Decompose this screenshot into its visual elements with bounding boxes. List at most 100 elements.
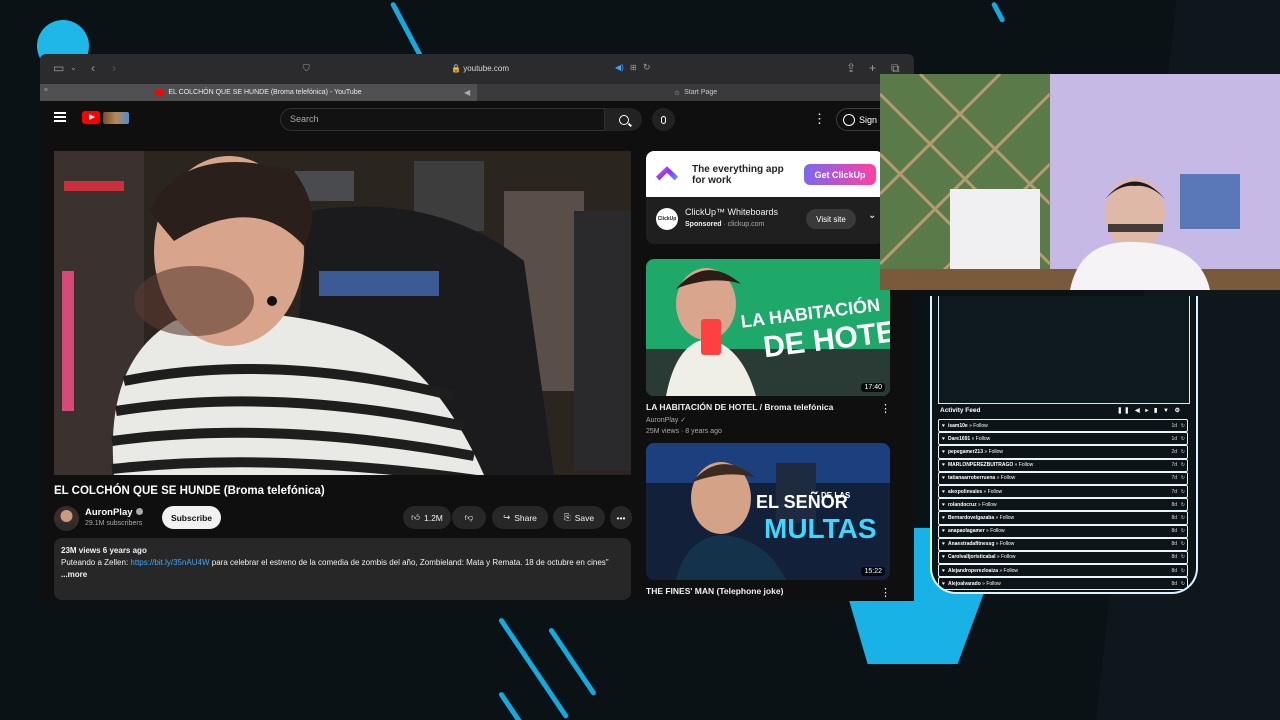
list-item[interactable]: ♥ Alejandroperezloaiza » Follow 8d ↻ <box>938 564 1188 578</box>
tab-bar: × EL COLCHÓN QUE SE HUNDE (Broma telefón… <box>40 84 914 101</box>
related-video-title[interactable]: LA HABITACIÓN DE HOTEL / Broma telefónic… <box>646 402 871 412</box>
replay-icon[interactable]: ↻ <box>1181 423 1185 429</box>
replay-icon[interactable]: ↻ <box>1181 502 1185 508</box>
replay-icon[interactable]: ↻ <box>1181 581 1185 587</box>
list-item[interactable]: ♥ MARLONPEREZBUITRAGO » Follow 7d ↻ <box>938 458 1188 472</box>
gear-icon[interactable]: ⚙ <box>1175 408 1182 414</box>
follower-name: MARLONPEREZBUITRAGO <box>947 462 1014 469</box>
list-item[interactable]: ♥ rolandocruz » Follow 8d ↻ <box>938 498 1188 512</box>
list-item[interactable]: ♥ Dare1691 » Follow 1d ↻ <box>938 432 1188 446</box>
replay-icon[interactable]: ↻ <box>1181 462 1185 468</box>
volume-icon[interactable]: ◀︎ <box>1135 408 1142 414</box>
sidebar-ad[interactable]: The everything app for work Get ClickUp … <box>646 151 884 244</box>
voice-search-button[interactable] <box>652 108 675 131</box>
trash-icon[interactable]: ▮ <box>1154 408 1159 414</box>
dislike-button[interactable]: 👎︎ <box>452 506 486 529</box>
feed-controls[interactable]: ❚❚ ◀︎ ▸ ▮ ▼ ⚙ <box>1117 407 1182 414</box>
forward-icon[interactable]: › <box>112 61 116 75</box>
description-link[interactable]: https://bit.ly/35nAU4W <box>130 558 209 567</box>
youtube-logo[interactable] <box>82 111 129 124</box>
ad-info: ClickUp ClickUp™ Whiteboards Sponsored ·… <box>646 197 884 244</box>
like-button[interactable]: 👍︎ 1.2M <box>403 506 451 529</box>
save-button[interactable]: ⎘ Save <box>553 506 605 529</box>
replay-icon[interactable]: ↻ <box>1181 515 1185 521</box>
privacy-report-icon[interactable]: ⛉ <box>303 63 310 74</box>
follower-name: Alejoalvarado <box>947 580 981 587</box>
list-item[interactable]: ♥ tatianaarroberruena » Follow 7d ↻ <box>938 471 1188 485</box>
overlay-accent-line <box>547 627 597 697</box>
more-options-icon[interactable]: ⋮ <box>813 111 826 127</box>
address-bar[interactable]: 🔒 youtube.com <box>310 60 650 78</box>
tab-start-page[interactable]: ☆ Start Page <box>477 84 914 101</box>
list-item[interactable]: ♥ isam10e » Follow 1d ↻ <box>938 419 1188 433</box>
sidebar-toggle-icon[interactable]: ▭ <box>53 61 64 75</box>
replay-icon[interactable]: ↻ <box>1181 436 1185 442</box>
pause-icon[interactable]: ❚❚ <box>1117 408 1131 414</box>
event-type: Follow <box>1001 554 1016 561</box>
list-item[interactable]: ♥ alexpolinvales » Follow 7d ↻ <box>938 484 1188 499</box>
audio-playing-icon[interactable]: ◀︎) <box>615 63 624 72</box>
advertiser-avatar[interactable]: ClickUp <box>656 208 678 230</box>
chevron-down-icon[interactable]: ⌄ <box>868 210 876 221</box>
heart-icon: ♥ <box>942 541 945 548</box>
tab-youtube[interactable]: EL COLCHÓN QUE SE HUNDE (Broma telefónic… <box>40 84 477 101</box>
list-item[interactable]: ♥ Bernardovelgazaba » Follow 8d ↻ <box>938 511 1188 525</box>
list-item[interactable]: ♥ Alejoalvarado » Follow 8d ↻ <box>938 577 1188 591</box>
webcam-image <box>880 74 1280 290</box>
share-button[interactable]: ↪ Share <box>492 506 548 529</box>
event-type: Follow <box>987 488 1003 495</box>
related-video-channel[interactable]: AuronPlay ✓ <box>646 416 686 424</box>
phone-screen-panel <box>938 296 1190 404</box>
advertiser-name[interactable]: ClickUp™ Whiteboards <box>685 207 778 217</box>
translate-icon[interactable]: ⊞ <box>630 63 637 72</box>
skip-icon[interactable]: ▸ <box>1145 408 1150 414</box>
list-item[interactable]: ♥ anapaolagamer » Follow 8d ↻ <box>938 524 1188 538</box>
more-options-icon[interactable]: ⋮ <box>880 402 891 415</box>
replay-icon[interactable]: ↻ <box>1181 449 1185 455</box>
video-player[interactable] <box>54 151 631 475</box>
list-item[interactable]: ♥ Carolvalljoristicabal » Follow 8d ↻ <box>938 550 1188 565</box>
ad-banner[interactable]: The everything app for work Get ClickUp <box>646 151 884 197</box>
mute-tab-icon[interactable]: ◀︎ <box>464 88 470 97</box>
follower-name: isam10e <box>947 422 968 429</box>
like-count: 1.2M <box>423 512 443 523</box>
replay-icon[interactable]: ↻ <box>1181 568 1185 574</box>
more-actions-button[interactable]: ••• <box>610 506 632 529</box>
thumbs-down-icon: 👎︎ <box>464 512 474 522</box>
hamburger-menu-icon[interactable] <box>54 112 66 122</box>
replay-icon[interactable]: ↻ <box>1181 489 1185 495</box>
share-arrow-icon: ↪ <box>503 512 511 522</box>
webcam-overlay <box>880 74 1280 290</box>
search-input[interactable]: Search <box>280 108 605 131</box>
close-tab-icon[interactable]: × <box>44 87 48 94</box>
related-video-thumbnail[interactable]: LA HABITACIÓN DE HOTEL 17:40 <box>646 259 890 396</box>
channel-avatar[interactable] <box>54 506 79 531</box>
list-item[interactable]: ♥ Anaestradafitnessg » Follow 8d ↻ <box>938 537 1188 551</box>
heart-icon: ♥ <box>942 488 945 495</box>
event-age: 8d <box>1171 528 1177 535</box>
list-item[interactable]: ♥ pepegamer213 » Follow 2d ↻ <box>938 445 1188 459</box>
search-button[interactable] <box>605 108 642 131</box>
more-options-icon[interactable]: ⋮ <box>880 586 891 599</box>
video-duration: 15:22 <box>861 567 885 576</box>
subscribe-button[interactable]: Subscribe <box>162 506 221 529</box>
related-video-thumbnail[interactable]: EL SEÑOR DE LAS MULTAS 15:22 <box>646 443 890 580</box>
related-video-title[interactable]: THE FINES' MAN (Telephone joke) <box>646 586 871 596</box>
reload-icon[interactable]: ↻ <box>643 62 651 73</box>
replay-icon[interactable]: ↻ <box>1181 541 1185 547</box>
show-more-link[interactable]: ...more <box>61 569 624 581</box>
replay-icon[interactable]: ↻ <box>1181 475 1185 481</box>
replay-icon[interactable]: ↻ <box>1181 554 1185 560</box>
chevron-down-icon[interactable]: ⌄ <box>70 63 77 72</box>
share-icon[interactable]: ⇪ <box>846 61 856 75</box>
ad-cta-button[interactable]: Get ClickUp <box>804 164 876 185</box>
activity-feed-list: ♥ isam10e » Follow 1d ↻ ♥ Dare1691 » Follow 1d… <box>938 419 1188 591</box>
back-icon[interactable]: ‹ <box>91 61 95 75</box>
video-description[interactable]: 23M views 6 years ago Puteando a Zellen:… <box>54 538 631 600</box>
replay-icon[interactable]: ↻ <box>1181 528 1185 534</box>
new-tab-icon[interactable]: + <box>869 61 876 75</box>
channel-name[interactable]: AuronPlay <box>85 507 143 518</box>
visit-site-button[interactable]: Visit site <box>806 209 856 229</box>
filter-icon[interactable]: ▼ <box>1163 408 1171 414</box>
verified-icon: ✓ <box>680 417 687 424</box>
